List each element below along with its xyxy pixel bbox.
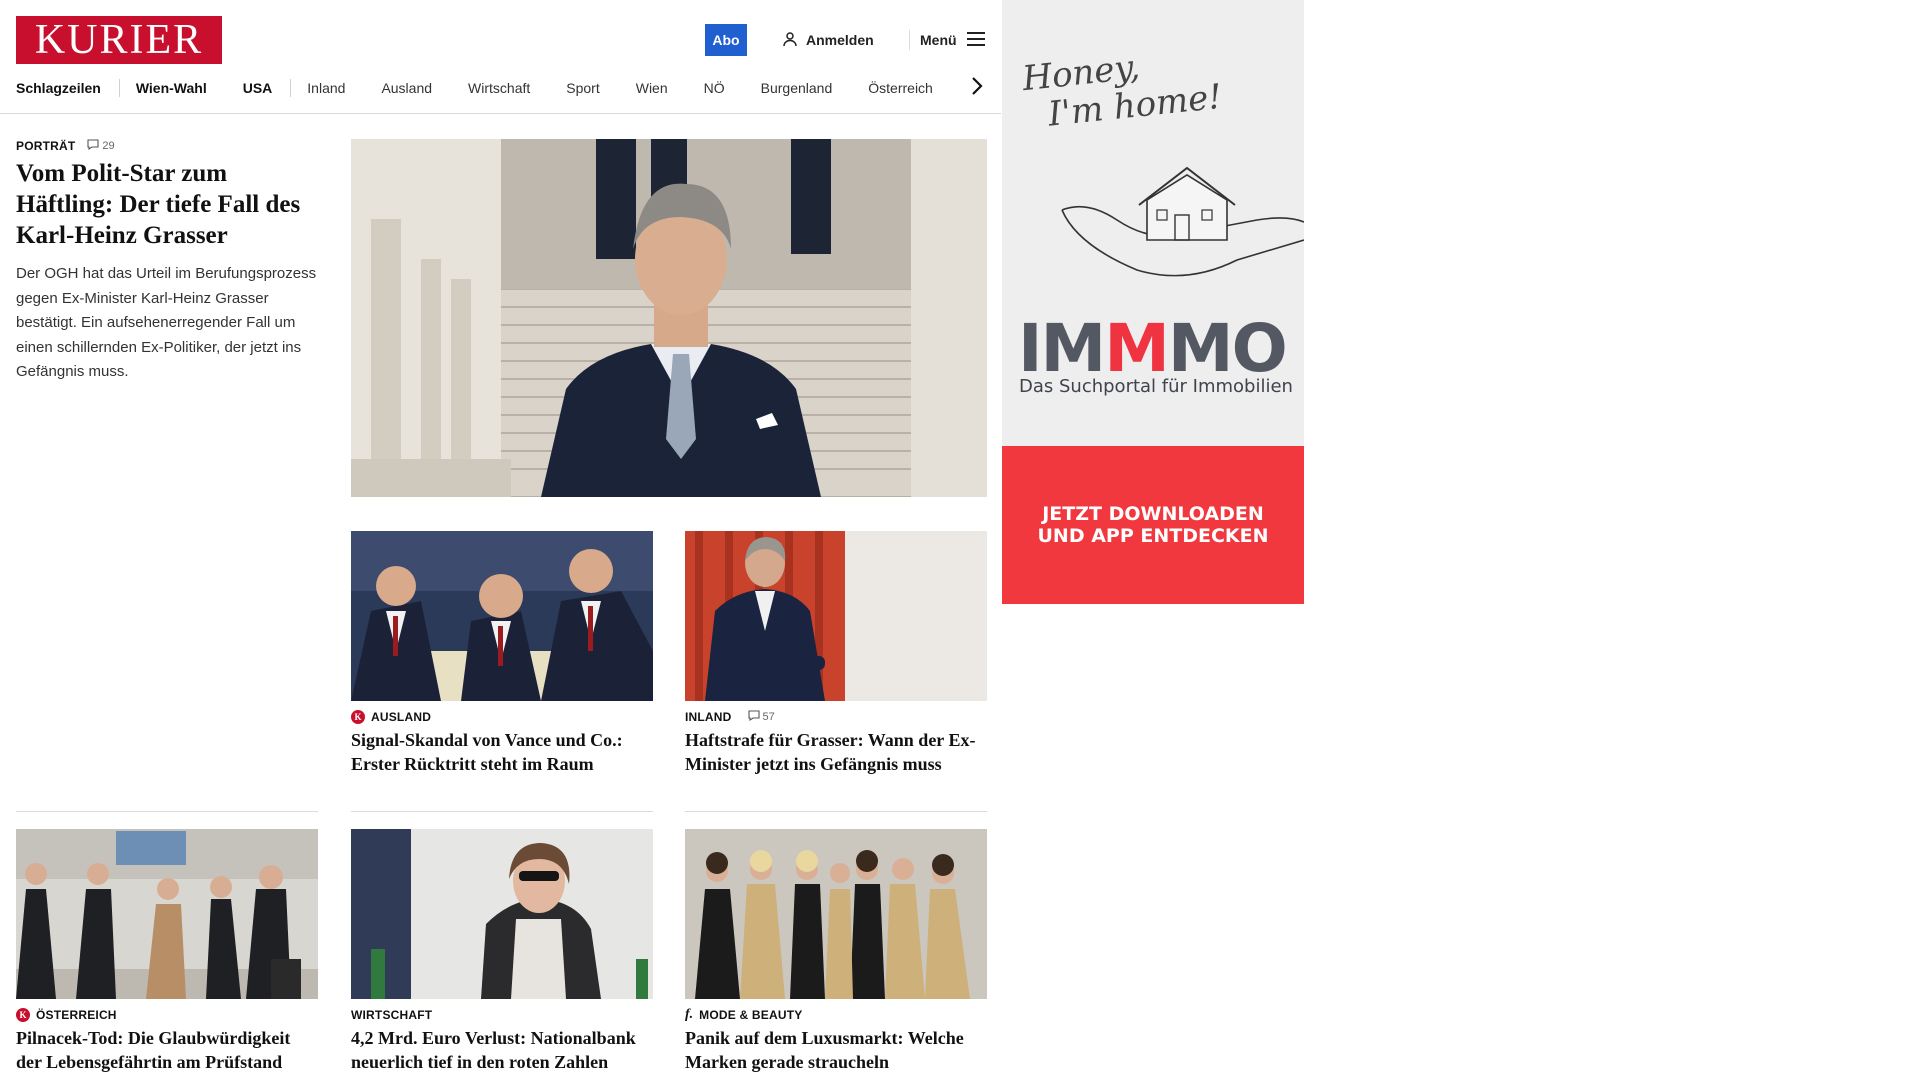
row-divider xyxy=(685,811,987,812)
ad-script-text: Honey, I'm home! xyxy=(1020,47,1224,135)
login-label: Anmelden xyxy=(806,32,874,48)
comment-count[interactable]: 57 xyxy=(747,710,775,724)
comment-icon xyxy=(87,139,99,153)
article-kicker[interactable]: WIRTSCHAFT xyxy=(351,1008,432,1022)
nav-item-sport[interactable]: Sport xyxy=(566,80,599,96)
nav-item-wien[interactable]: Wien xyxy=(636,80,668,96)
article-photo[interactable] xyxy=(16,829,318,999)
article-card[interactable]: f. MODE & BEAUTY Panik auf dem Luxusmark… xyxy=(685,829,987,1074)
kurier-plus-badge: K xyxy=(351,710,365,724)
header-divider-line xyxy=(0,113,1001,114)
hamburger-icon xyxy=(966,31,985,49)
comment-count-value: 57 xyxy=(762,711,775,723)
article-card[interactable]: K ÖSTERREICH Pilnacek-Tod: Die Glaubwürd… xyxy=(16,829,318,1074)
article-headline[interactable]: Panik auf dem Luxusmarkt: Welche Marken … xyxy=(685,1026,987,1074)
freizeit-badge: f. xyxy=(685,1007,694,1022)
nav-item-wirtschaft[interactable]: Wirtschaft xyxy=(468,80,530,96)
nav-item-schlagzeilen[interactable]: Schlagzeilen xyxy=(16,80,101,96)
menu-label: Menü xyxy=(920,32,957,48)
comment-icon xyxy=(747,710,760,724)
house-in-hand-illustration xyxy=(1061,166,1304,277)
lead-headline[interactable]: Vom Polit-Star zum Häftling: Der tiefe F… xyxy=(16,158,326,251)
article-headline[interactable]: Pilnacek-Tod: Die Glaubwürdigkeit der Le… xyxy=(16,1026,318,1074)
nav-item-oesterreich[interactable]: Österreich xyxy=(868,80,933,96)
kurier-logo[interactable]: KURIER xyxy=(16,16,222,64)
lead-teaser[interactable]: Der OGH hat das Urteil im Berufungsproze… xyxy=(16,262,322,385)
lead-kicker[interactable]: PORTRÄT xyxy=(16,139,75,153)
nav-item-burgenland[interactable]: Burgenland xyxy=(761,80,833,96)
article-photo[interactable] xyxy=(685,531,987,701)
comment-count[interactable]: 29 xyxy=(87,139,115,153)
nav-divider xyxy=(118,79,120,97)
nav-divider xyxy=(290,79,292,97)
article-card[interactable]: K AUSLAND Signal-Skandal von Vance und C… xyxy=(351,531,653,776)
article-photo[interactable] xyxy=(351,531,653,701)
login-button[interactable]: Anmelden xyxy=(782,30,874,50)
nav-item-noe[interactable]: NÖ xyxy=(704,80,725,96)
article-kicker[interactable]: MODE & BEAUTY xyxy=(699,1008,802,1022)
ad-cta-button[interactable]: JETZT DOWNLOADEN UND APP ENTDECKEN xyxy=(1002,446,1304,604)
row-divider xyxy=(351,811,653,812)
abo-button[interactable]: Abo xyxy=(705,24,747,56)
article-photo[interactable] xyxy=(685,829,987,999)
kurier-plus-badge: K xyxy=(16,1008,30,1022)
article-headline[interactable]: 4,2 Mrd. Euro Verlust: Nationalbank neue… xyxy=(351,1026,653,1074)
article-photo[interactable] xyxy=(351,829,653,999)
ad-tagline: Das Suchportal für Immobilien xyxy=(1019,376,1293,397)
section-nav: Schlagzeilen Wien-Wahl USA Inland Auslan… xyxy=(16,76,986,100)
user-icon xyxy=(782,31,798,50)
article-kicker[interactable]: ÖSTERREICH xyxy=(36,1008,117,1022)
article-kicker[interactable]: INLAND xyxy=(685,710,732,724)
article-headline[interactable]: Signal-Skandal von Vance und Co.: Erster… xyxy=(351,728,653,776)
row-divider xyxy=(16,811,318,812)
comment-count-value: 29 xyxy=(102,140,115,152)
article-headline[interactable]: Haftstrafe für Grasser: Wann der Ex-Mini… xyxy=(685,728,987,776)
immmo-ad[interactable]: Honey, I'm home! IMMMO Das Suchportal fü… xyxy=(1002,0,1304,604)
lead-meta: PORTRÄT 29 xyxy=(16,139,115,153)
article-kicker[interactable]: AUSLAND xyxy=(371,710,431,724)
article-card[interactable]: INLAND 57 Haftstrafe für Grasser: Wann d… xyxy=(685,531,987,776)
nav-item-wien-wahl[interactable]: Wien-Wahl xyxy=(136,80,207,96)
nav-item-inland[interactable]: Inland xyxy=(307,80,345,96)
menu-button[interactable]: Menü xyxy=(920,30,985,50)
header-divider xyxy=(909,30,910,50)
article-card[interactable]: WIRTSCHAFT 4,2 Mrd. Euro Verlust: Nation… xyxy=(351,829,653,1074)
nav-item-usa[interactable]: USA xyxy=(243,80,273,96)
chevron-right-icon[interactable] xyxy=(971,76,983,99)
nav-item-ausland[interactable]: Ausland xyxy=(381,80,432,96)
lead-photo[interactable] xyxy=(351,139,987,497)
